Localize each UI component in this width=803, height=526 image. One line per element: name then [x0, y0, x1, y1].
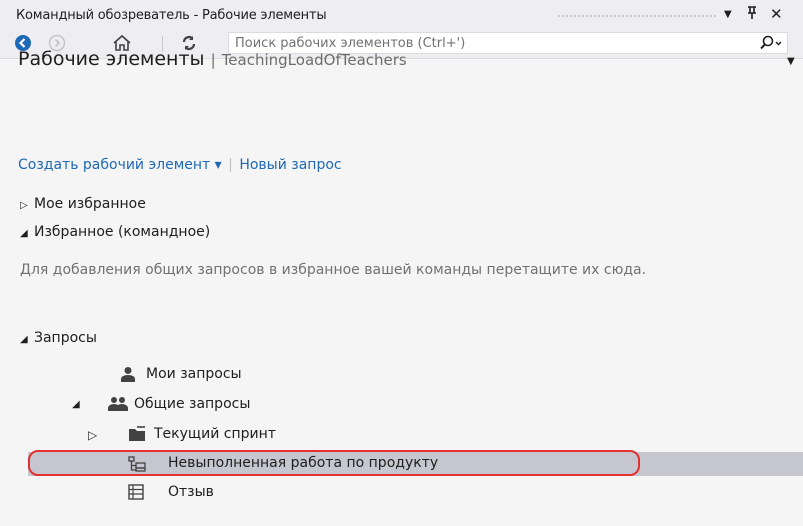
actions-bar: Создать рабочий элемент ▾ | Новый запрос [18, 157, 342, 173]
section-queries-label: Запросы [34, 330, 97, 346]
page-title: Рабочие элементы | TeachingLoadOfTeacher… [18, 48, 407, 70]
page-title-text: Рабочие элементы [18, 48, 205, 70]
highlight-annotation [28, 450, 640, 476]
team-favorites-hint: Для добавления общих запросов в избранно… [20, 262, 647, 278]
tree-item-label: Мои запросы [146, 366, 242, 382]
section-team-favorites[interactable]: ◢ Избранное (командное) [20, 224, 210, 240]
section-queries[interactable]: ◢ Запросы [20, 330, 97, 346]
window-title: Командный обозреватель - Рабочие элемент… [16, 8, 327, 23]
collapsed-arrow-icon[interactable]: ▷ [20, 200, 34, 211]
title-bar: Командный обозреватель - Рабочие элемент… [0, 0, 803, 28]
expanded-arrow-icon[interactable]: ◢ [20, 228, 34, 239]
collapsed-arrow-icon[interactable]: ▷ [88, 428, 97, 442]
new-query-link[interactable]: Новый запрос [239, 157, 341, 173]
header-dropdown-icon[interactable]: ▼ [787, 56, 795, 67]
search-icon[interactable] [759, 35, 783, 55]
user-icon [120, 366, 136, 386]
section-team-favorites-label: Избранное (командное) [34, 224, 211, 240]
tree-item-label: Текущий спринт [154, 426, 276, 442]
tree-item-label: Отзыв [168, 484, 214, 500]
expanded-arrow-icon[interactable]: ◢ [72, 399, 80, 410]
title-separator: | [210, 51, 216, 69]
tree-item-label: Общие запросы [134, 396, 251, 412]
group-icon [108, 396, 128, 416]
pin-icon[interactable] [746, 6, 758, 24]
expanded-arrow-icon[interactable]: ◢ [20, 334, 34, 345]
drag-grip[interactable] [557, 14, 717, 19]
team-explorer-panel: Командный обозреватель - Рабочие элемент… [0, 0, 803, 526]
section-my-favorites[interactable]: ▷ Мое избранное [20, 196, 146, 212]
project-name[interactable]: TeachingLoadOfTeachers [222, 51, 407, 69]
create-work-item-link[interactable]: Создать рабочий элемент ▾ [18, 157, 222, 173]
folder-icon [128, 426, 146, 446]
window-dropdown-icon[interactable]: ▼ [724, 9, 732, 20]
links-separator: | [228, 157, 233, 173]
section-my-favorites-label: Мое избранное [34, 196, 146, 212]
flat-list-icon [128, 484, 144, 504]
close-icon[interactable]: ✕ [770, 5, 783, 23]
